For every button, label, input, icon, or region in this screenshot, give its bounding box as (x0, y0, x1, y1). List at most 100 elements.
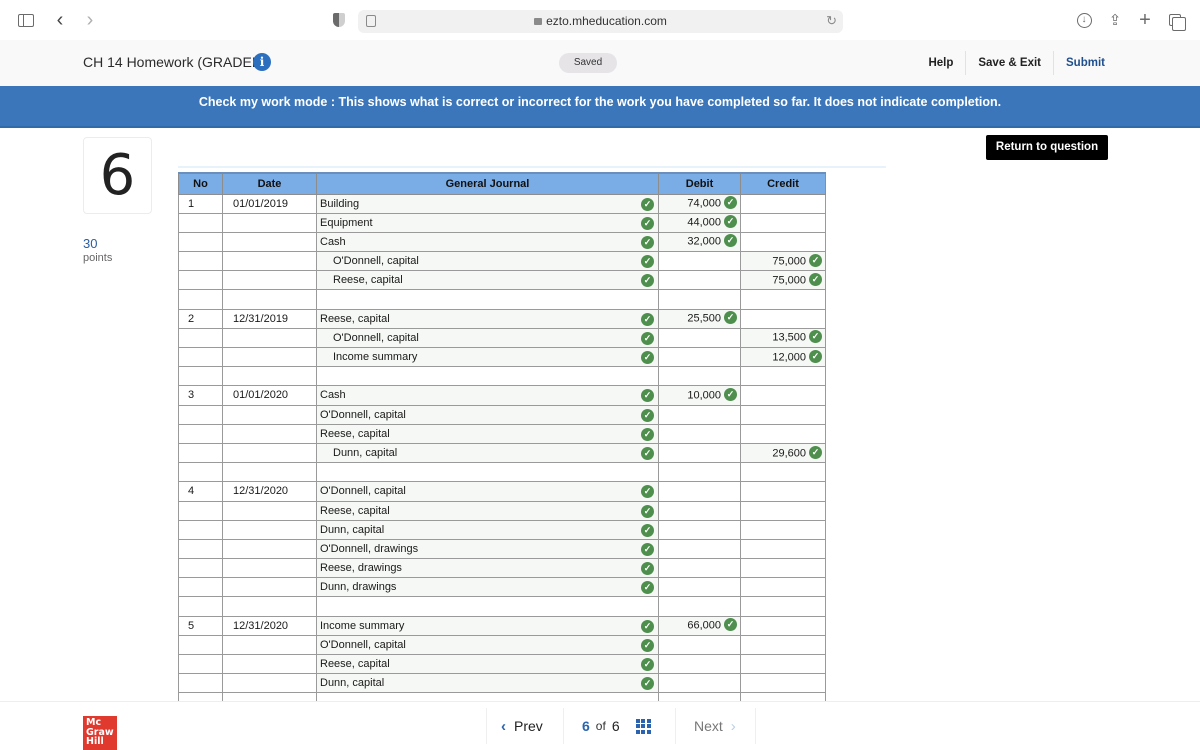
help-link[interactable]: Help (916, 51, 965, 75)
account-cell[interactable]: O'Donnell, capital ✓ (316, 634, 659, 656)
credit-cell[interactable] (740, 366, 826, 387)
credit-cell[interactable]: 75,000 ✓ (740, 251, 826, 272)
date-cell[interactable] (222, 442, 317, 464)
share-icon[interactable]: ⇪ (1107, 10, 1123, 30)
date-cell[interactable] (222, 404, 317, 425)
credit-cell[interactable] (740, 193, 826, 214)
debit-cell[interactable]: 66,000 ✓ (658, 615, 741, 636)
debit-cell[interactable] (658, 251, 741, 272)
debit-cell[interactable]: 25,500 ✓ (658, 308, 741, 329)
date-cell[interactable] (222, 327, 317, 349)
credit-cell[interactable] (740, 404, 826, 425)
date-cell[interactable] (222, 500, 317, 521)
debit-cell[interactable]: 44,000 ✓ (658, 212, 741, 233)
prev-button[interactable]: ‹ Prev (486, 708, 563, 744)
debit-cell[interactable] (658, 366, 741, 387)
credit-cell[interactable] (740, 519, 826, 540)
credit-cell[interactable]: 75,000 ✓ (740, 270, 826, 291)
download-icon[interactable]: ↓ (1075, 10, 1093, 30)
address-bar[interactable]: ezto.mheducation.com ↻ (358, 10, 843, 33)
date-cell[interactable] (222, 251, 317, 272)
account-cell[interactable]: Reese, drawings ✓ (316, 558, 659, 579)
info-icon[interactable]: i (253, 53, 271, 71)
grid-icon[interactable] (635, 718, 651, 734)
credit-cell[interactable] (740, 615, 826, 636)
date-cell[interactable]: 12/31/2019 (222, 308, 317, 329)
date-cell[interactable]: 01/01/2020 (222, 385, 317, 406)
new-tab-icon[interactable]: + (1137, 9, 1153, 31)
account-cell[interactable] (316, 596, 659, 617)
submit-link[interactable]: Submit (1053, 51, 1117, 75)
debit-cell[interactable]: 74,000 ✓ (658, 193, 741, 214)
debit-cell[interactable] (658, 577, 741, 598)
date-cell[interactable]: 12/31/2020 (222, 481, 317, 502)
credit-cell[interactable] (740, 289, 826, 310)
account-cell[interactable]: O'Donnell, drawings ✓ (316, 538, 659, 560)
account-cell[interactable]: O'Donnell, capital ✓ (316, 481, 659, 502)
debit-cell[interactable] (658, 673, 741, 694)
date-cell[interactable] (222, 558, 317, 579)
sidebar-toggle-icon[interactable] (16, 10, 36, 30)
date-cell[interactable] (222, 634, 317, 656)
account-cell[interactable]: Reese, capital ✓ (316, 653, 659, 675)
date-cell[interactable]: 01/01/2019 (222, 193, 317, 214)
credit-cell[interactable] (740, 634, 826, 656)
credit-cell[interactable] (740, 423, 826, 444)
date-cell[interactable] (222, 462, 317, 483)
tab-overview-icon[interactable] (1166, 10, 1186, 31)
date-cell[interactable] (222, 212, 317, 233)
account-cell[interactable] (316, 366, 659, 387)
debit-cell[interactable] (658, 404, 741, 425)
date-cell[interactable] (222, 231, 317, 253)
date-cell[interactable] (222, 346, 317, 368)
account-cell[interactable]: Dunn, capital ✓ (316, 519, 659, 540)
date-cell[interactable] (222, 673, 317, 694)
debit-cell[interactable] (658, 500, 741, 521)
date-cell[interactable]: 12/31/2020 (222, 615, 317, 636)
account-cell[interactable]: Reese, capital ✓ (316, 500, 659, 521)
debit-cell[interactable] (658, 327, 741, 349)
account-cell[interactable]: Cash ✓ (316, 231, 659, 253)
credit-cell[interactable] (740, 538, 826, 560)
credit-cell[interactable] (740, 558, 826, 579)
date-cell[interactable] (222, 423, 317, 444)
account-cell[interactable]: Dunn, capital ✓ (316, 673, 659, 694)
account-cell[interactable] (316, 462, 659, 483)
date-cell[interactable] (222, 270, 317, 291)
credit-cell[interactable]: 13,500 ✓ (740, 327, 826, 349)
date-cell[interactable] (222, 538, 317, 560)
credit-cell[interactable] (740, 577, 826, 598)
credit-cell[interactable] (740, 231, 826, 253)
reload-icon[interactable]: ↻ (826, 13, 837, 29)
save-exit-link[interactable]: Save & Exit (965, 51, 1053, 75)
debit-cell[interactable]: 32,000 ✓ (658, 231, 741, 253)
debit-cell[interactable] (658, 423, 741, 444)
back-button[interactable]: ‹ (52, 9, 68, 31)
debit-cell[interactable] (658, 442, 741, 464)
debit-cell[interactable] (658, 270, 741, 291)
account-cell[interactable]: Reese, capital ✓ (316, 423, 659, 444)
debit-cell[interactable] (658, 462, 741, 483)
debit-cell[interactable] (658, 346, 741, 368)
credit-cell[interactable] (740, 481, 826, 502)
credit-cell[interactable]: 12,000 ✓ (740, 346, 826, 368)
debit-cell[interactable] (658, 481, 741, 502)
account-cell[interactable]: Income summary ✓ (316, 615, 659, 636)
debit-cell[interactable] (658, 519, 741, 540)
debit-cell[interactable] (658, 596, 741, 617)
date-cell[interactable] (222, 289, 317, 310)
forward-button[interactable]: › (82, 9, 98, 31)
credit-cell[interactable] (740, 500, 826, 521)
debit-cell[interactable] (658, 538, 741, 560)
page-indicator[interactable]: 6 of 6 (563, 708, 675, 744)
credit-cell[interactable] (740, 385, 826, 406)
debit-cell[interactable] (658, 634, 741, 656)
credit-cell[interactable]: 29,600 ✓ (740, 442, 826, 464)
credit-cell[interactable] (740, 308, 826, 329)
date-cell[interactable] (222, 366, 317, 387)
account-cell[interactable]: O'Donnell, capital ✓ (316, 251, 659, 272)
debit-cell[interactable] (658, 653, 741, 675)
date-cell[interactable] (222, 596, 317, 617)
date-cell[interactable] (222, 577, 317, 598)
privacy-shield-icon[interactable] (331, 10, 347, 30)
